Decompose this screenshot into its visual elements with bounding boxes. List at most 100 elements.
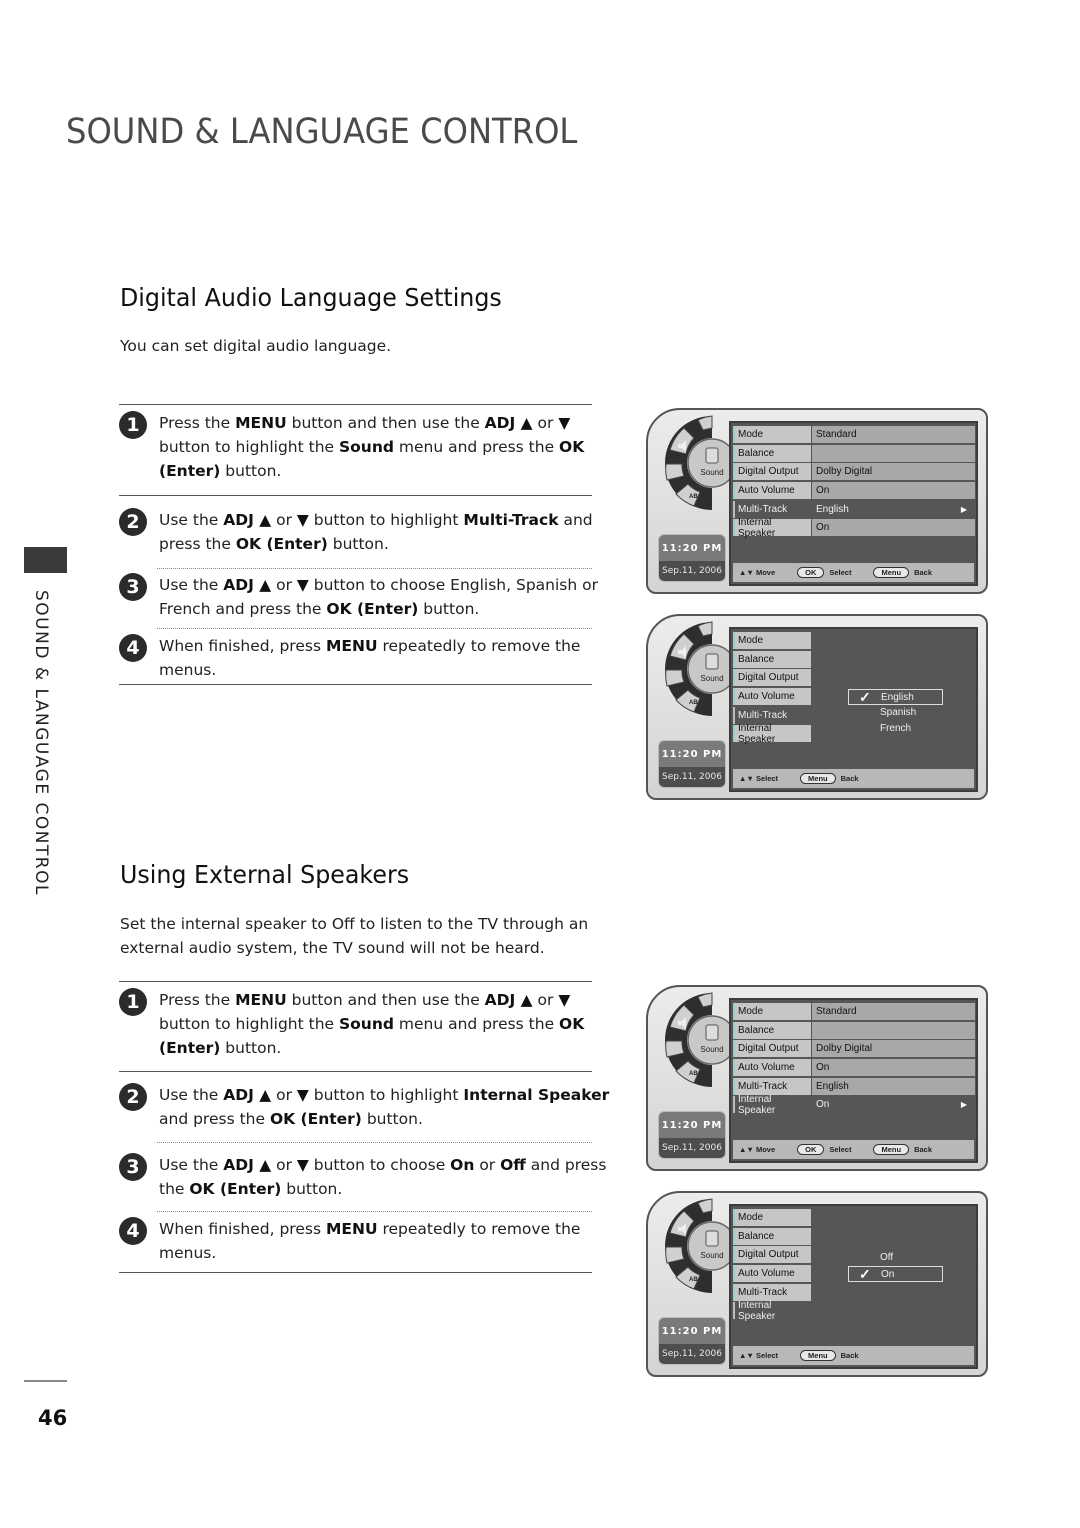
ab-label: AB: [689, 700, 698, 706]
option-item[interactable]: Off: [848, 1250, 943, 1266]
updown-arrow-icon: ▲▼: [739, 568, 754, 577]
menu-row-label: Mode: [733, 632, 811, 649]
osd-help-bar: ▲▼ Select Menu Back: [733, 769, 974, 788]
menu-wheel[interactable]: Sound AB: [654, 991, 737, 1089]
menu-row-label: Auto Volume: [733, 482, 811, 499]
menu-row[interactable]: Auto Volume On: [733, 1059, 975, 1076]
menu-row[interactable]: Auto Volume: [733, 1265, 811, 1282]
step-number-badge: 4: [119, 634, 147, 662]
menu-wheel[interactable]: Sound AB: [654, 414, 737, 512]
menu-row[interactable]: Digital Output Dolby Digital: [733, 1040, 975, 1057]
section-title-digital-audio: Digital Audio Language Settings: [120, 283, 502, 312]
divider-dotted: [157, 1142, 592, 1143]
step-number-badge: 4: [119, 1217, 147, 1245]
menu-row[interactable]: Auto Volume: [733, 688, 811, 705]
menu-row[interactable]: Mode: [733, 632, 811, 649]
menu-row[interactable]: Multi-Track: [733, 707, 811, 724]
clock-display: 11:20 PM Sep.11, 2006: [658, 1111, 726, 1159]
menu-row[interactable]: Internal Speaker: [733, 723, 811, 745]
menu-row-label: Multi-Track: [733, 1078, 811, 1095]
menu-wheel[interactable]: Sound AB: [654, 620, 737, 718]
menu-row[interactable]: Multi-Track English: [733, 1078, 975, 1095]
menu-row-value: On: [812, 519, 975, 536]
wheel-label: Sound: [700, 1045, 723, 1054]
menu-hint: Back: [914, 568, 933, 577]
divider: [119, 404, 592, 405]
step-item: 2 Use the ADJ ▲ or ▼ button to highlight …: [119, 1083, 619, 1131]
step-item: 1 Press the MENU button and then use the …: [119, 411, 619, 483]
osd-help-bar: ▲▼ Move OK Select Menu Back: [733, 563, 974, 582]
menu-row[interactable]: Balance: [733, 651, 811, 668]
menu-row[interactable]: Digital Output: [733, 1246, 811, 1263]
menu-row-value: English: [812, 1078, 975, 1095]
option-item[interactable]: ✓ On: [848, 1266, 943, 1282]
divider: [119, 1272, 592, 1273]
menu-button[interactable]: Menu: [800, 1350, 836, 1361]
divider-dotted: [157, 568, 592, 569]
menu-row-value: On ▶: [812, 1096, 975, 1113]
option-item[interactable]: Spanish: [848, 705, 943, 721]
option-item[interactable]: French: [848, 721, 943, 737]
menu-row[interactable]: Multi-Track English ▶: [733, 501, 975, 518]
menu-row-value: [812, 445, 975, 462]
menu-row-value: On: [812, 1059, 975, 1076]
clock-time: 11:20 PM: [659, 1318, 725, 1344]
key-term: On: [450, 1156, 475, 1174]
menu-row[interactable]: Internal Speaker On ▶: [733, 1094, 975, 1116]
menu-wheel-container: Sound AB: [654, 1197, 737, 1295]
updown-arrow-icon: ▲▼: [739, 1351, 754, 1360]
menu-row-label: Mode: [733, 1209, 811, 1226]
menu-row[interactable]: Mode Standard: [733, 1003, 975, 1020]
menu-row[interactable]: Mode: [733, 1209, 811, 1226]
clock-time: 11:20 PM: [659, 535, 725, 561]
wheel-label: Sound: [700, 674, 723, 683]
menu-row[interactable]: Digital Output: [733, 669, 811, 686]
ok-button[interactable]: OK: [797, 567, 825, 578]
step-number-badge: 2: [119, 508, 147, 536]
menu-button[interactable]: Menu: [873, 567, 910, 578]
step-item: 3 Use the ADJ ▲ or ▼ button to choose On …: [119, 1153, 619, 1201]
ok-hint: Select: [829, 1145, 852, 1154]
menu-row[interactable]: Balance: [733, 445, 975, 462]
step-instruction: Use the ADJ ▲ or ▼ button to highlight I…: [159, 1086, 610, 1128]
clock-date: Sep.11, 2006: [659, 1138, 725, 1158]
key-term: OK (Enter): [269, 1110, 362, 1128]
menu-row[interactable]: Internal Speaker On: [733, 517, 975, 539]
wheel-label: Sound: [700, 468, 723, 477]
ok-button[interactable]: OK: [797, 1144, 825, 1155]
option-item[interactable]: ✓ English: [848, 689, 943, 705]
menu-row[interactable]: Mode Standard: [733, 426, 975, 443]
right-arrow-icon[interactable]: ▶: [961, 1100, 967, 1109]
menu-row[interactable]: Balance: [733, 1228, 811, 1245]
menu-row-label: Auto Volume: [733, 1059, 811, 1076]
menu-button[interactable]: Menu: [800, 773, 836, 784]
osd-panel: Sound AB ▲▼ 11:20 PMSep.11, 2006 ModeStandar…: [646, 408, 988, 594]
option-label: English: [881, 692, 914, 703]
step-item: 2 Use the ADJ ▲ or ▼ button to highlight …: [119, 508, 619, 556]
menu-row[interactable]: Internal Speaker: [733, 1300, 811, 1322]
menu-wheel-container: Sound AB: [654, 414, 737, 512]
menu-row-value: On: [812, 482, 975, 499]
menu-row-label: Internal Speaker: [733, 723, 811, 745]
menu-hint: Back: [840, 1351, 859, 1360]
right-arrow-icon[interactable]: ▶: [961, 505, 967, 514]
menu-row-label: Multi-Track: [733, 501, 811, 518]
menu-row[interactable]: Digital Output Dolby Digital: [733, 463, 975, 480]
key-term: ADJ ▲: [484, 991, 533, 1009]
menu-row[interactable]: Balance: [733, 1022, 975, 1039]
key-term: Internal Speaker: [463, 1086, 610, 1104]
speaker-icon: [705, 1230, 719, 1247]
menu-wheel[interactable]: Sound AB: [654, 1197, 737, 1295]
key-term: Sound: [338, 1015, 394, 1033]
menu-row-label: Balance: [733, 1228, 811, 1245]
menu-button[interactable]: Menu: [873, 1144, 910, 1155]
menu-hint: Back: [840, 774, 859, 783]
key-term: MENU: [235, 991, 287, 1009]
menu-row-label: Digital Output: [733, 463, 811, 480]
menu-row[interactable]: Multi-Track: [733, 1284, 811, 1301]
ok-hint: Select: [829, 568, 852, 577]
divider: [119, 1071, 592, 1072]
menu-row[interactable]: Auto Volume On: [733, 482, 975, 499]
osd-menu-screen: Mode Standard Balance Digital Output Dolby D…: [729, 421, 978, 586]
divider-dotted: [157, 628, 592, 629]
